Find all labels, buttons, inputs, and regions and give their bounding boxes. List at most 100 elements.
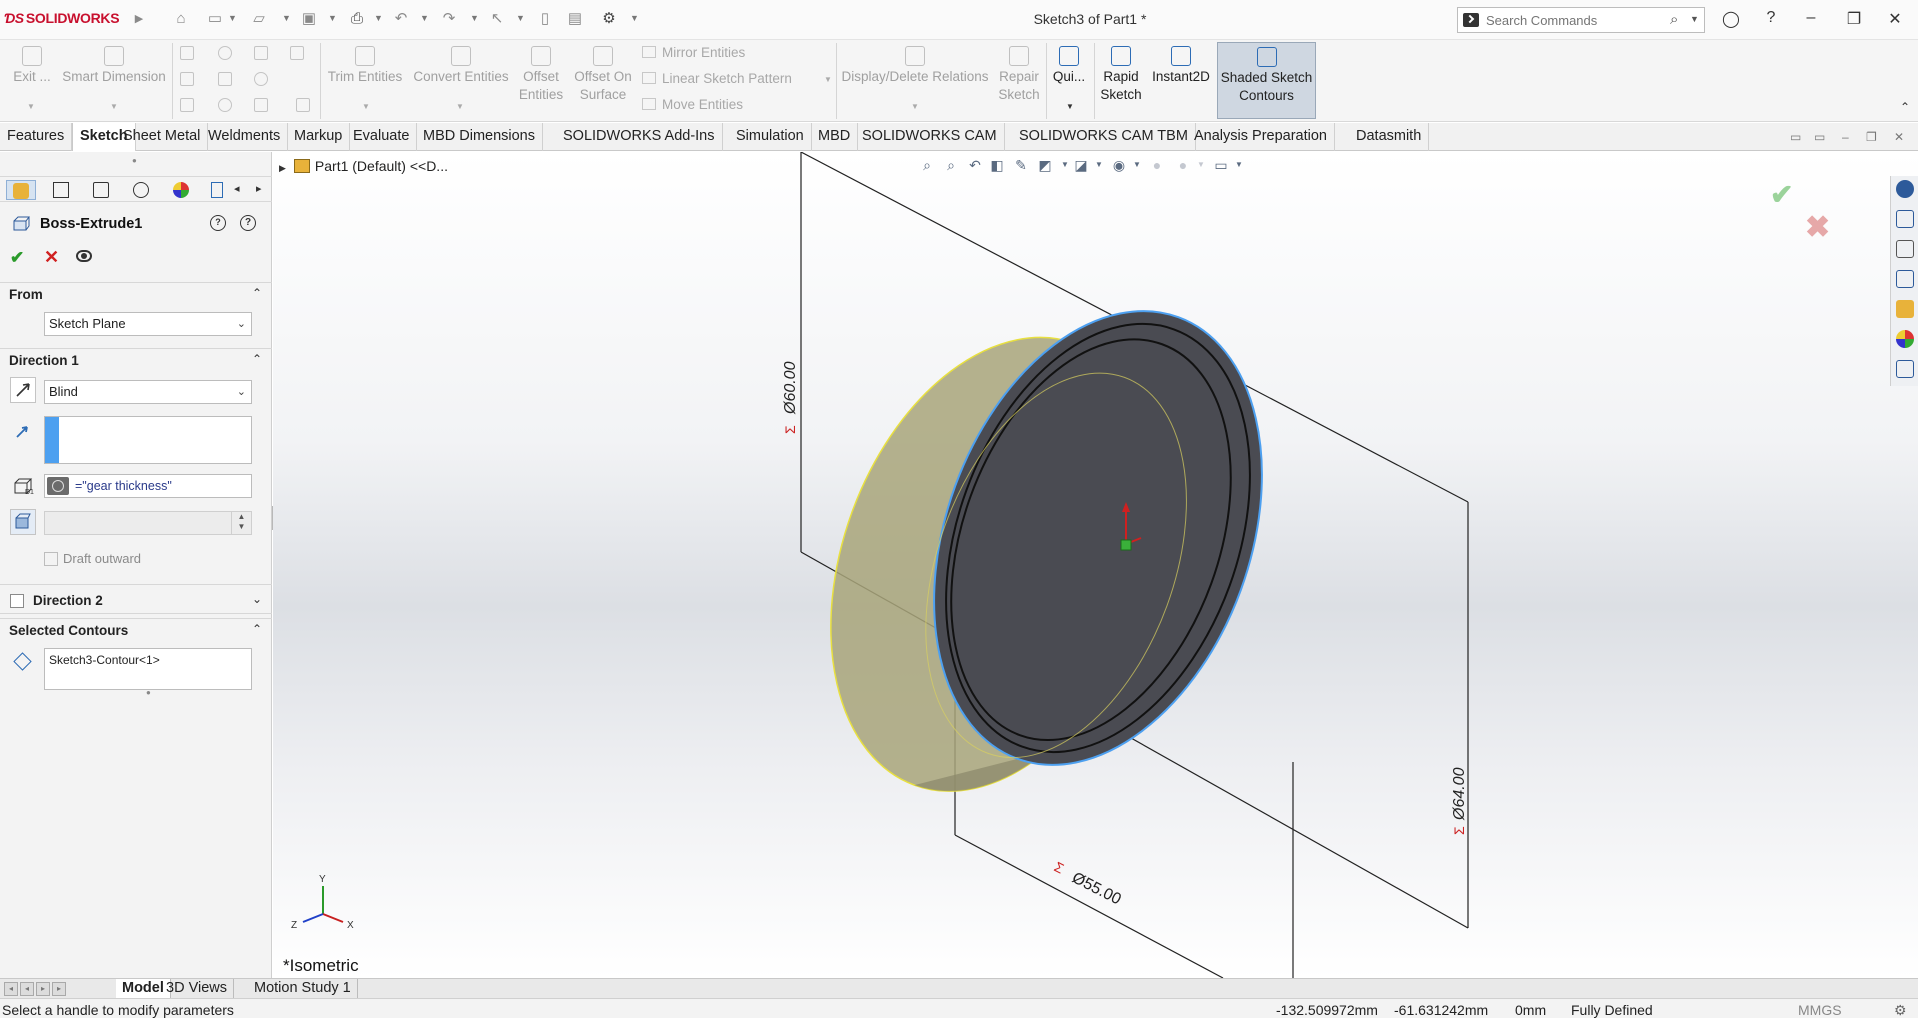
save-icon[interactable]: ▣ <box>300 10 318 28</box>
doc-close-button[interactable]: ✕ <box>1894 130 1904 144</box>
confirmation-ok-icon[interactable]: ✔ <box>1770 178 1793 211</box>
redo-icon[interactable]: ↷ <box>440 10 458 28</box>
select-dropdown-icon[interactable]: ▼ <box>516 13 525 23</box>
tab-solidworks-cam-tbm[interactable]: SOLIDWORKS CAM TBM <box>1012 123 1196 151</box>
customize-status-icon[interactable]: ⚙ <box>1894 1002 1907 1018</box>
point-icon[interactable] <box>218 98 232 112</box>
rectangle-icon[interactable] <box>180 72 194 86</box>
tab-datasmith[interactable]: Datasmith <box>1349 123 1430 151</box>
model-scene[interactable]: Ø60.00 Σ Ø64.00 Σ Ø55.00 Σ Y Z X <box>273 152 1918 978</box>
pattern-dropdown-icon[interactable]: ▼ <box>824 75 832 84</box>
reverse-direction-button[interactable] <box>10 377 36 403</box>
minimize-button[interactable]: – <box>1800 9 1822 27</box>
relations-dropdown-icon[interactable]: ▼ <box>911 102 919 111</box>
tab-mbd-dimensions[interactable]: MBD Dimensions <box>416 123 543 151</box>
move-entities-button[interactable]: Move Entities <box>642 97 743 112</box>
property-manager-tab[interactable] <box>46 180 76 200</box>
smart-dimension-button[interactable]: Smart Dimension <box>60 46 168 86</box>
whats-wrong-icon[interactable]: ? <box>210 215 226 231</box>
options-icon[interactable]: ⚙ <box>600 10 618 28</box>
list-resize-handle[interactable]: ● <box>146 688 151 697</box>
options-dropdown-icon[interactable]: ▼ <box>630 13 639 23</box>
tab-mbd[interactable]: MBD <box>811 123 859 151</box>
save-dropdown-icon[interactable]: ▼ <box>328 13 337 23</box>
search-input[interactable] <box>1486 11 1656 29</box>
cancel-button[interactable]: ✕ <box>44 247 59 268</box>
confirmation-cancel-icon[interactable]: ✖ <box>1805 210 1830 245</box>
convert-entities-button[interactable]: Convert Entities <box>410 46 512 86</box>
polygon-icon[interactable] <box>218 72 232 86</box>
solidworks-logo[interactable]: ƊS SOLIDWORKS <box>4 10 120 26</box>
apply-scene-icon[interactable]: ● <box>1174 156 1192 174</box>
edit-appearance-icon[interactable]: ● <box>1148 156 1166 174</box>
viewport-tile-right-icon[interactable]: ▭ <box>1814 130 1825 144</box>
scene-dropdown-icon[interactable]: ▼ <box>1192 156 1210 174</box>
graphics-area[interactable]: Ø60.00 Σ Ø64.00 Σ Ø55.00 Σ Y Z X ▶ Part1 … <box>273 152 1918 978</box>
configuration-manager-tab[interactable] <box>86 180 116 200</box>
view-palette-icon[interactable] <box>1896 300 1914 318</box>
draft-outward-checkbox[interactable] <box>44 552 58 566</box>
tab-analysis-preparation[interactable]: Analysis Preparation <box>1187 123 1335 151</box>
convert-dropdown-icon[interactable]: ▼ <box>456 102 464 111</box>
appearances-icon[interactable] <box>1896 330 1914 348</box>
help-icon[interactable]: ? <box>1760 9 1782 27</box>
solidworks-resources-icon[interactable] <box>1896 180 1914 198</box>
display-style-dropdown-icon[interactable]: ▼ <box>1090 156 1108 174</box>
tab-sheet-metal[interactable]: Sheet Metal <box>116 123 209 151</box>
custom-properties-icon[interactable] <box>1896 360 1914 378</box>
last-tab-icon[interactable]: ▸ <box>52 982 66 996</box>
collapse-ribbon-icon[interactable]: ⌃ <box>1900 100 1910 114</box>
new-icon[interactable]: ▭ <box>206 10 224 28</box>
zoom-to-area-icon[interactable]: ⌕ <box>942 156 960 174</box>
tab-simulation[interactable]: Simulation <box>729 123 812 151</box>
undo-icon[interactable]: ↶ <box>392 10 410 28</box>
dimension-dropdown-icon[interactable]: ▼ <box>110 102 118 111</box>
account-icon[interactable]: ◯ <box>1720 9 1742 29</box>
tabs-scroll-right-icon[interactable]: ▸ <box>256 182 262 195</box>
collapse-icon[interactable]: ⌃ <box>252 622 262 636</box>
open-icon[interactable]: ▱ <box>250 10 268 28</box>
cam-manager-tab[interactable] <box>206 180 228 200</box>
close-button[interactable]: ✕ <box>1884 9 1906 29</box>
mirror-entities-button[interactable]: Mirror Entities <box>642 45 745 60</box>
stepper-icon[interactable]: ▲ ▼ <box>231 512 251 534</box>
unit-system[interactable]: MMGS <box>1798 1002 1842 1018</box>
text-icon[interactable] <box>296 98 310 112</box>
feature-manager-tab[interactable] <box>6 180 36 200</box>
exit-sketch-button[interactable]: Exit ... <box>12 46 52 86</box>
centerline-icon[interactable] <box>254 98 268 112</box>
tab-solidworks-cam[interactable]: SOLIDWORKS CAM <box>855 123 1005 151</box>
view-orientation-icon[interactable]: ◩ <box>1036 156 1054 174</box>
doc-restore-button[interactable]: ❐ <box>1866 130 1877 144</box>
print-icon[interactable]: ⎙ <box>348 10 366 28</box>
bottom-tab-motion-study-1[interactable]: Motion Study 1 <box>248 979 358 999</box>
repair-sketch-button[interactable]: Repair Sketch <box>996 46 1042 104</box>
open-dropdown-icon[interactable]: ▼ <box>282 13 291 23</box>
draft-toggle-button[interactable] <box>10 509 36 535</box>
sketch-fillet-icon[interactable] <box>290 46 304 60</box>
detailed-preview-icon[interactable] <box>76 250 92 262</box>
tab-markup[interactable]: Markup <box>287 123 351 151</box>
direction1-section-header[interactable]: Direction 1 ⌃ <box>0 348 272 370</box>
direction2-checkbox[interactable] <box>10 594 24 608</box>
next-tab-icon[interactable]: ▸ <box>36 982 50 996</box>
search-dropdown-icon[interactable]: ▼ <box>1690 14 1699 24</box>
section-view-icon[interactable]: ◧ <box>988 156 1006 174</box>
view-settings-dropdown-icon[interactable]: ▼ <box>1230 156 1248 174</box>
restore-button[interactable]: ❐ <box>1843 9 1865 29</box>
collapse-icon[interactable]: ⌃ <box>252 352 262 366</box>
ok-button[interactable]: ✔ <box>10 248 24 268</box>
selected-contours-section-header[interactable]: Selected Contours ⌃ <box>0 618 272 640</box>
hide-show-items-icon[interactable]: ◉ <box>1110 156 1128 174</box>
rapid-sketch-button[interactable]: Rapid Sketch <box>1098 46 1144 104</box>
exit-dropdown-icon[interactable]: ▼ <box>27 102 35 111</box>
direction-reference-field[interactable] <box>44 416 252 464</box>
print-dropdown-icon[interactable]: ▼ <box>374 13 383 23</box>
menu-expand-icon[interactable]: ▶ <box>130 10 148 28</box>
feature-tree-root[interactable]: ▶ Part1 (Default) <<D... <box>279 158 448 174</box>
snaps-dropdown-icon[interactable]: ▼ <box>1066 102 1074 111</box>
collapse-icon[interactable]: ⌃ <box>252 286 262 300</box>
tab-evaluate[interactable]: Evaluate <box>346 123 418 151</box>
display-style-icon[interactable]: ◪ <box>1072 156 1090 174</box>
shaded-sketch-contours-button[interactable]: Shaded Sketch Contours <box>1217 42 1316 119</box>
